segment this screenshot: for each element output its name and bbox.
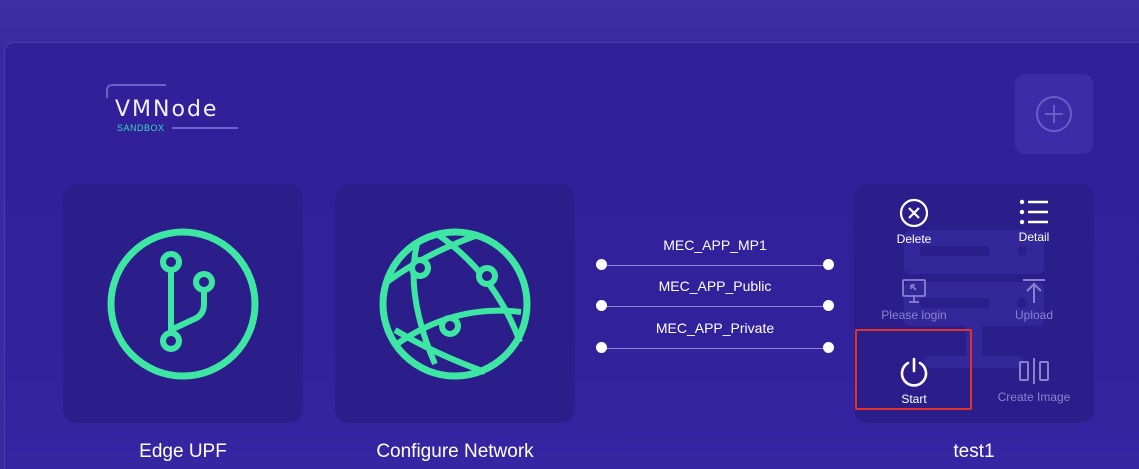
add-vm-button[interactable] — [1015, 74, 1093, 154]
upload-action[interactable]: Upload — [974, 278, 1094, 322]
link-endpoint-left — [596, 342, 607, 353]
link-line — [607, 265, 823, 266]
plus-circle-icon — [1036, 96, 1072, 132]
network-link-private[interactable]: MEC_APP_Private — [596, 320, 834, 355]
network-name: MEC_APP_MP1 — [663, 237, 767, 253]
logo-underline — [172, 127, 238, 129]
create-image-icon — [1019, 358, 1049, 384]
network-name: MEC_APP_Private — [655, 320, 775, 336]
link-endpoint-left — [596, 300, 607, 311]
configure-network-card[interactable] — [335, 184, 575, 423]
upload-icon — [1023, 279, 1045, 303]
delete-action[interactable]: Delete — [854, 198, 974, 246]
vmnode-logo: VMNode SANDBOX — [106, 84, 242, 134]
upload-label: Upload — [1014, 308, 1054, 322]
list-icon — [1019, 199, 1048, 225]
network-name: MEC_APP_Public — [658, 278, 772, 294]
close-circle-icon — [899, 198, 929, 228]
monitor-login-icon — [902, 279, 926, 303]
detail-label: Detail — [1018, 230, 1050, 244]
start-highlight-box — [855, 329, 972, 410]
link-endpoint-left — [596, 259, 607, 270]
logo-title: VMNode — [115, 97, 219, 122]
top-bar — [0, 0, 1139, 44]
create-image-action[interactable]: Create Image — [974, 356, 1094, 404]
detail-action[interactable]: Detail — [974, 198, 1094, 244]
link-endpoint-right — [823, 300, 834, 311]
network-link-mp1[interactable]: MEC_APP_MP1 — [596, 237, 834, 272]
create-image-label: Create Image — [997, 390, 1071, 404]
link-endpoint-right — [823, 259, 834, 270]
git-branch-icon — [107, 228, 259, 379]
vm-name-label: test1 — [953, 441, 995, 462]
login-action[interactable]: Please login — [854, 278, 974, 322]
link-line — [607, 306, 823, 307]
edge-upf-card[interactable] — [63, 184, 303, 423]
configure-network-label: Configure Network — [376, 441, 534, 462]
network-link-public[interactable]: MEC_APP_Public — [596, 278, 834, 313]
link-line — [607, 348, 823, 349]
delete-label: Delete — [896, 232, 932, 246]
login-label: Please login — [881, 308, 947, 322]
logo-frame — [106, 84, 166, 98]
link-endpoint-right — [823, 342, 834, 353]
edge-upf-label: Edge UPF — [139, 441, 227, 462]
logo-subtitle: SANDBOX — [117, 123, 165, 133]
globe-network-icon — [379, 228, 531, 379]
